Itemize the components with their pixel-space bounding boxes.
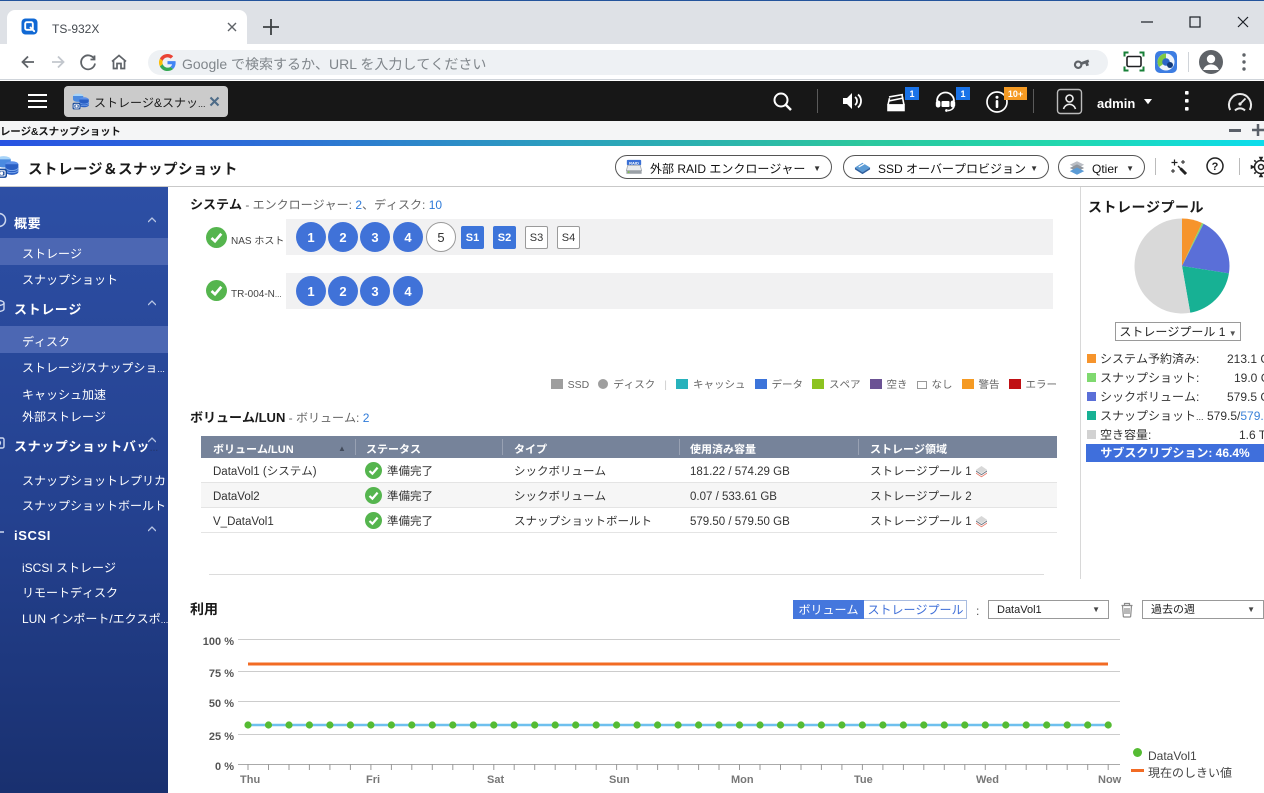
svg-text:?: ? [1212, 158, 1219, 174]
